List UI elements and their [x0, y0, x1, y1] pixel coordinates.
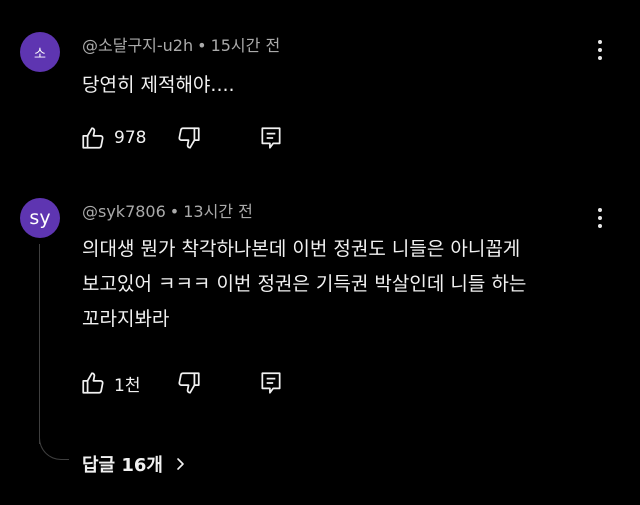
thumbs-up-icon[interactable]: [80, 370, 106, 396]
reply-icon[interactable]: [258, 370, 284, 396]
like-count: 978: [114, 128, 147, 148]
comment-text: 의대생 뭔가 착각하나본데 이번 정권도 니들은 아니꼽게 보고있어 ㅋㅋㅋ 이…: [82, 238, 527, 330]
avatar-initial: 소: [34, 46, 46, 62]
comment-meta: @syk7806 • 13시간 전: [82, 202, 253, 222]
meta-separator: •: [197, 36, 207, 55]
thread-line: [39, 244, 40, 444]
comment-author[interactable]: @syk7806: [82, 202, 166, 221]
thumbs-up-icon[interactable]: [80, 125, 106, 151]
avatar-initial: sy: [29, 207, 51, 229]
thread-curve: [39, 430, 69, 460]
like-count: 1천: [114, 375, 141, 396]
comment-actions: 978: [80, 124, 284, 152]
thumbs-down-icon[interactable]: [176, 125, 202, 151]
comment-time: 13시간 전: [183, 202, 253, 221]
comment-text: 당연히 제적해야....: [82, 74, 235, 96]
avatar[interactable]: sy: [20, 198, 60, 238]
reply-icon[interactable]: [258, 125, 284, 151]
meta-separator: •: [169, 202, 180, 221]
more-vert-icon[interactable]: [590, 205, 610, 231]
avatar[interactable]: 소: [20, 32, 60, 72]
chevron-right-icon: [173, 457, 187, 471]
thumbs-down-icon[interactable]: [176, 370, 202, 396]
comment-author[interactable]: @소달구지-u2h: [82, 36, 193, 55]
more-vert-icon[interactable]: [590, 37, 610, 63]
comment-actions: 1천: [80, 369, 284, 397]
comment-meta: @소달구지-u2h • 15시간 전: [82, 36, 280, 56]
comments-panel: 소 @소달구지-u2h • 15시간 전 당연히 제적해야.... 978 sy…: [0, 0, 640, 505]
comment-time: 15시간 전: [210, 36, 281, 55]
replies-label: 답글 16개: [82, 455, 163, 476]
view-replies-button[interactable]: 답글 16개: [82, 450, 187, 478]
